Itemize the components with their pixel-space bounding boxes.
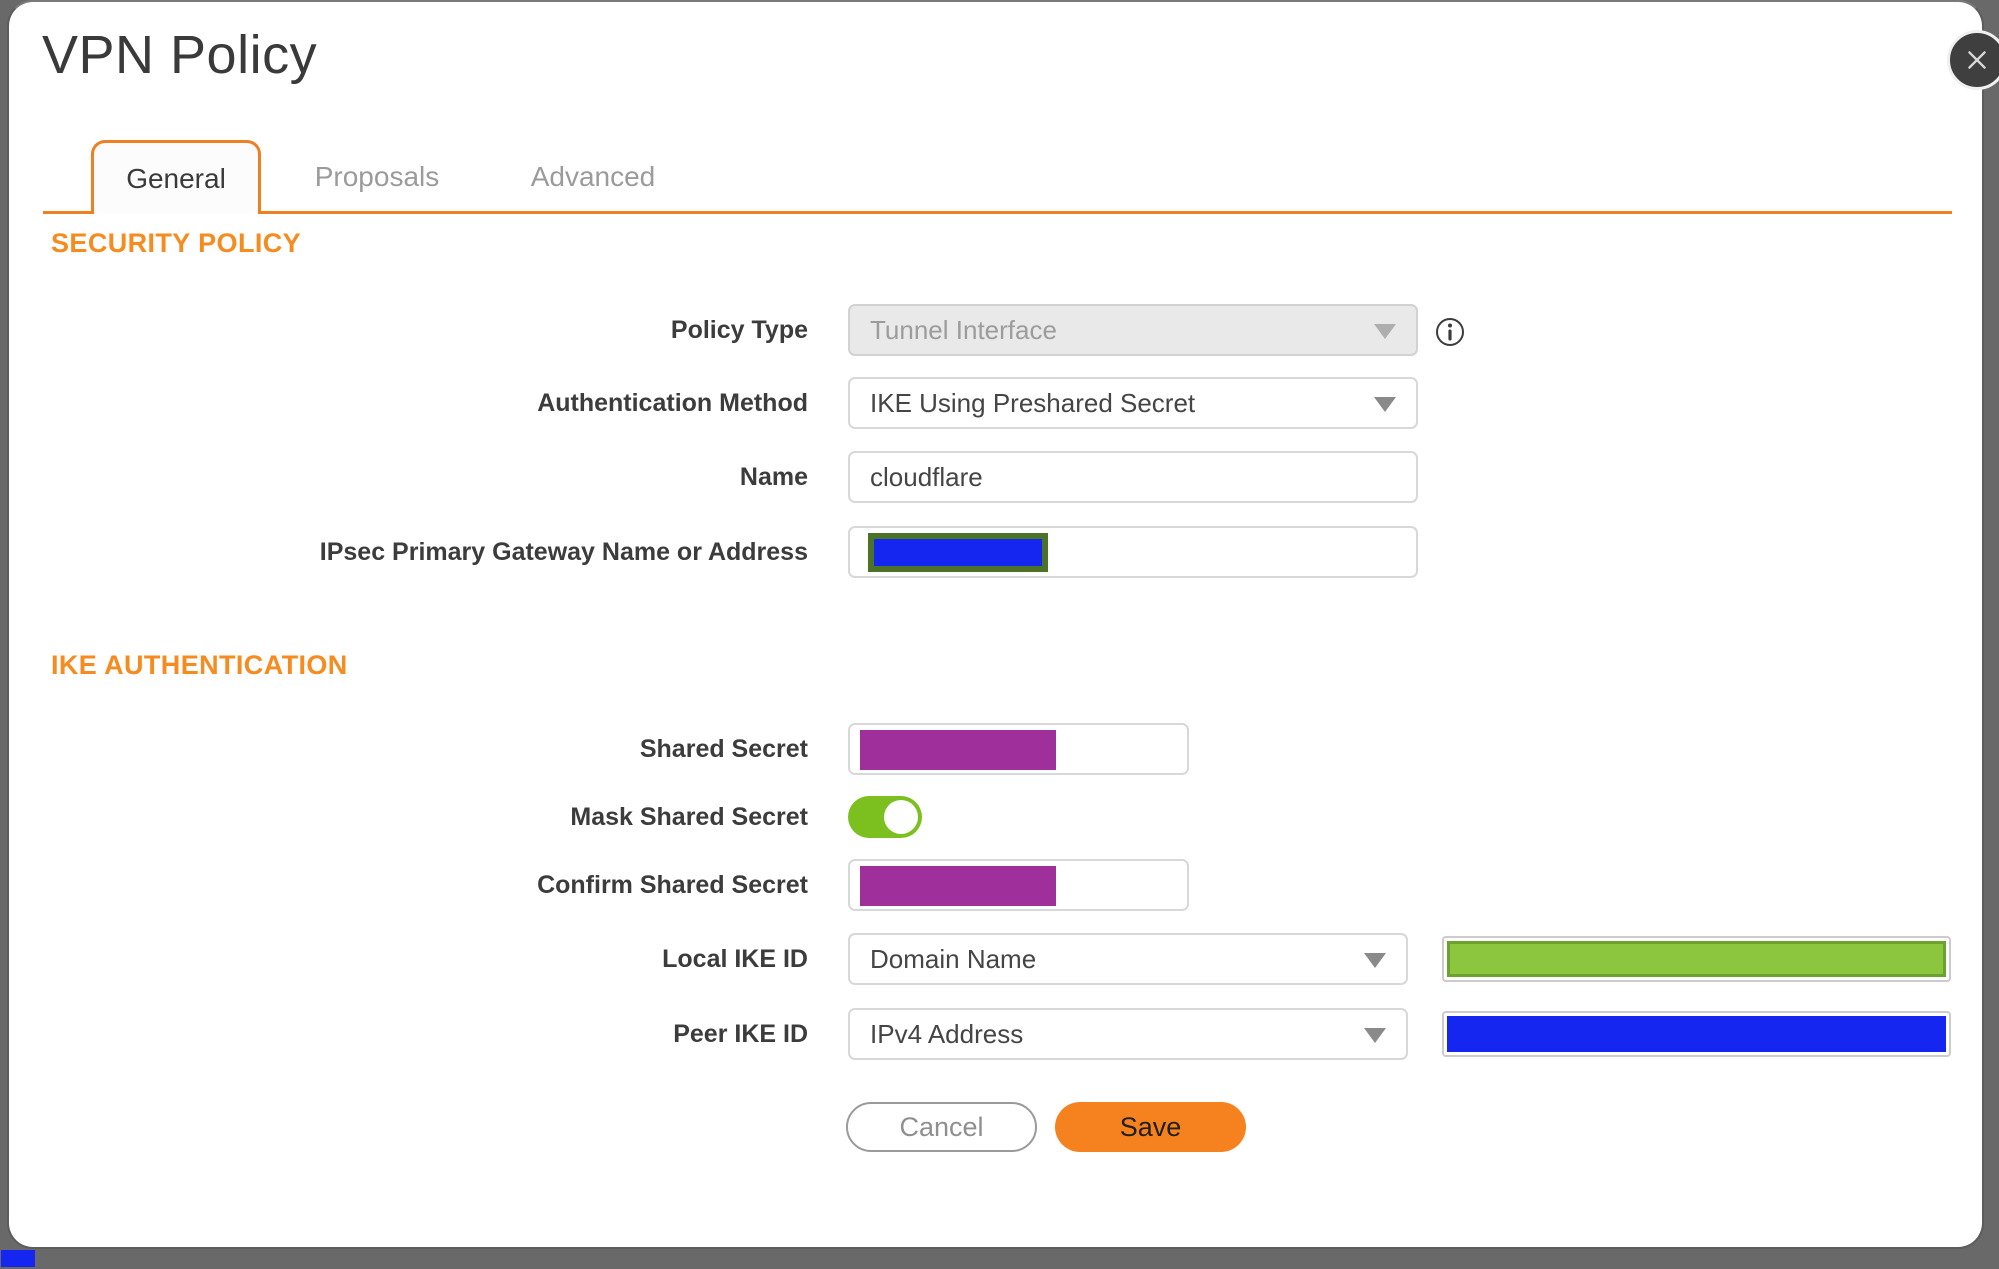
peer-ike-id-type-value: IPv4 Address — [870, 1018, 1024, 1049]
authentication-method-select[interactable]: IKE Using Preshared Secret — [848, 377, 1418, 429]
shared-secret-input[interactable] — [848, 723, 1189, 775]
chevron-down-icon — [1364, 953, 1386, 968]
bottom-left-redacted-value — [1, 1250, 35, 1267]
peer-ike-id-redacted-value — [1447, 1016, 1946, 1052]
vpn-policy-dialog: VPN Policy General Proposals Advanced SE… — [7, 0, 1999, 1249]
shared-secret-row: Shared Secret — [9, 723, 1986, 775]
save-button[interactable]: Save — [1055, 1102, 1246, 1152]
tab-advanced[interactable]: Advanced — [508, 140, 678, 214]
gateway-redacted-value — [868, 533, 1048, 572]
name-label: Name — [739, 462, 808, 491]
dialog-title: VPN Policy — [42, 25, 318, 85]
policy-type-row: Policy Type Tunnel Interface — [9, 304, 1986, 356]
peer-ike-id-label: Peer IKE ID — [673, 1019, 808, 1048]
mask-shared-secret-toggle[interactable] — [848, 796, 922, 838]
local-ike-id-label: Local IKE ID — [662, 944, 808, 973]
shared-secret-redacted-value — [860, 730, 1056, 770]
gateway-row: IPsec Primary Gateway Name or Address — [9, 526, 1986, 578]
chevron-down-icon — [1374, 324, 1396, 339]
peer-ike-id-input[interactable] — [1442, 1011, 1951, 1057]
cancel-button[interactable]: Cancel — [846, 1102, 1037, 1152]
chevron-down-icon — [1364, 1028, 1386, 1043]
info-icon[interactable] — [1435, 317, 1465, 347]
confirm-shared-secret-input[interactable] — [848, 859, 1189, 911]
close-button[interactable] — [1947, 30, 1999, 90]
local-ike-id-redacted-value — [1447, 941, 1946, 977]
mask-shared-secret-row: Mask Shared Secret — [9, 796, 1986, 838]
local-ike-id-select[interactable]: Domain Name — [848, 933, 1408, 985]
name-input[interactable]: cloudflare — [848, 451, 1418, 503]
mask-shared-secret-label: Mask Shared Secret — [570, 802, 808, 831]
toggle-knob — [884, 800, 918, 834]
name-row: Name cloudflare — [9, 451, 1986, 503]
peer-ike-id-row: Peer IKE ID IPv4 Address — [9, 1008, 1986, 1060]
gateway-input[interactable] — [848, 526, 1418, 578]
authentication-method-value: IKE Using Preshared Secret — [870, 387, 1196, 418]
tab-general-label: General — [126, 162, 226, 194]
cancel-button-label: Cancel — [899, 1111, 984, 1142]
security-policy-heading: SECURITY POLICY — [51, 228, 302, 258]
authentication-method-label: Authentication Method — [537, 388, 808, 417]
confirm-shared-secret-redacted-value — [860, 866, 1056, 906]
chevron-down-icon — [1374, 397, 1396, 412]
name-value: cloudflare — [870, 461, 983, 492]
confirm-shared-secret-row: Confirm Shared Secret — [9, 859, 1986, 911]
local-ike-id-row: Local IKE ID Domain Name — [9, 933, 1986, 985]
local-ike-id-type-value: Domain Name — [870, 943, 1037, 974]
policy-type-select: Tunnel Interface — [848, 304, 1418, 356]
policy-type-value: Tunnel Interface — [870, 314, 1057, 345]
shared-secret-label: Shared Secret — [639, 734, 808, 763]
save-button-label: Save — [1119, 1111, 1182, 1142]
tab-proposals-label: Proposals — [314, 161, 440, 192]
tab-proposals[interactable]: Proposals — [292, 140, 462, 214]
ike-authentication-heading: IKE AUTHENTICATION — [51, 650, 348, 680]
tab-advanced-label: Advanced — [530, 161, 656, 192]
gateway-label: IPsec Primary Gateway Name or Address — [319, 537, 808, 566]
local-ike-id-input[interactable] — [1442, 936, 1951, 982]
close-icon — [1964, 47, 1990, 73]
peer-ike-id-select[interactable]: IPv4 Address — [848, 1008, 1408, 1060]
confirm-shared-secret-label: Confirm Shared Secret — [537, 870, 808, 899]
policy-type-label: Policy Type — [670, 315, 808, 344]
tab-general[interactable]: General — [91, 140, 261, 214]
authentication-method-row: Authentication Method IKE Using Preshare… — [9, 377, 1986, 429]
